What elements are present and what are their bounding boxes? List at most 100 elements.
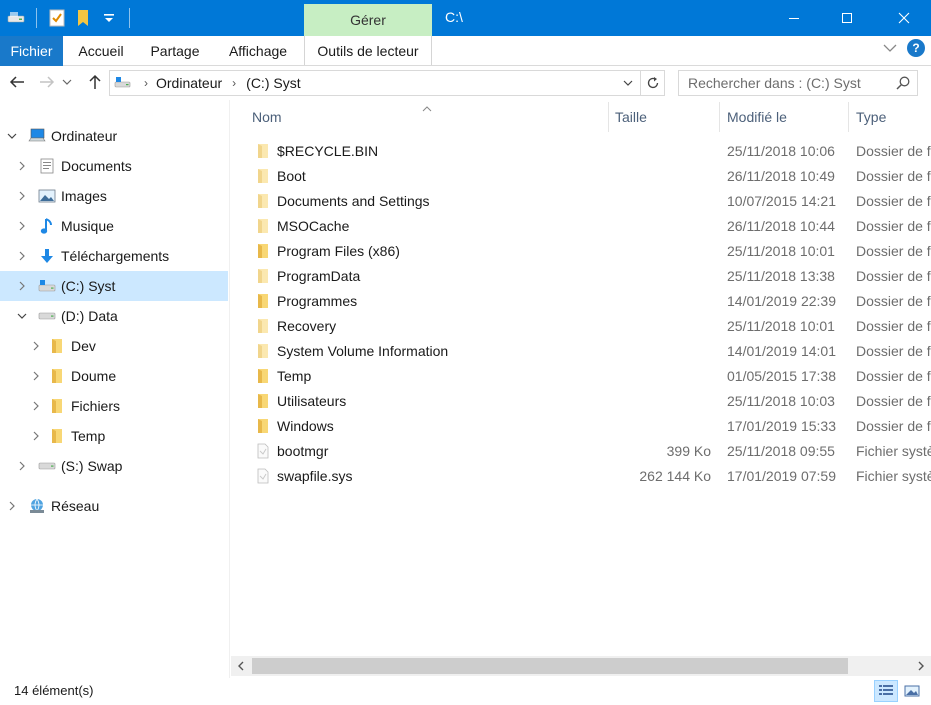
- horizontal-scrollbar[interactable]: [231, 656, 931, 676]
- forward-button[interactable]: [36, 71, 58, 93]
- nav-item-d-drive[interactable]: (D:) Data: [0, 301, 228, 331]
- file-modified: 26/11/2018 10:44: [727, 218, 835, 234]
- folder-icon: [48, 337, 66, 355]
- nav-item-temp[interactable]: Temp: [0, 421, 228, 451]
- file-type: Dossier de fi: [856, 293, 931, 309]
- column-header-name[interactable]: Nom: [244, 100, 606, 133]
- chevron-right-icon: [918, 661, 924, 671]
- tab-manage[interactable]: Gérer: [304, 4, 432, 36]
- tab-share[interactable]: Partage: [141, 36, 209, 65]
- file-row[interactable]: Boot 26/11/2018 10:49 Dossier de fi: [231, 164, 931, 189]
- nav-item-downloads[interactable]: Téléchargements: [0, 241, 228, 271]
- column-header-modified[interactable]: Modifié le: [719, 100, 847, 133]
- breadcrumb-computer[interactable]: Ordinateur: [156, 75, 222, 91]
- expand-icon[interactable]: [30, 400, 42, 412]
- scroll-right-button[interactable]: [911, 656, 931, 676]
- search-box[interactable]: [678, 70, 918, 96]
- scroll-left-button[interactable]: [231, 656, 251, 676]
- nav-item-dev[interactable]: Dev: [0, 331, 228, 361]
- help-icon[interactable]: ?: [907, 39, 925, 57]
- nav-item-doume[interactable]: Doume: [0, 361, 228, 391]
- breadcrumb-separator[interactable]: ›: [232, 76, 236, 90]
- nav-item-documents[interactable]: Documents: [0, 151, 228, 181]
- refresh-button[interactable]: [640, 71, 664, 95]
- minimize-button[interactable]: [767, 0, 821, 36]
- breadcrumb-separator[interactable]: ›: [144, 76, 148, 90]
- address-history-dropdown[interactable]: [618, 71, 638, 95]
- nav-label: Doume: [71, 368, 117, 384]
- file-row[interactable]: $RECYCLE.BIN 25/11/2018 10:06 Dossier de f…: [231, 139, 931, 164]
- folder-icon: [255, 143, 271, 159]
- collapse-icon[interactable]: [6, 130, 18, 142]
- search-input[interactable]: [688, 75, 888, 91]
- expand-icon[interactable]: [30, 430, 42, 442]
- file-row[interactable]: swapfile.sys 262 144 Ko 17/01/2019 07:59 Fi…: [231, 464, 931, 489]
- nav-item-music[interactable]: Musique: [0, 211, 228, 241]
- recent-locations-button[interactable]: [60, 71, 74, 93]
- file-type: Fichier systè: [856, 468, 931, 484]
- back-button[interactable]: [6, 71, 28, 93]
- customize-toolbar-icon[interactable]: [99, 8, 119, 28]
- chevron-down-icon: [623, 80, 633, 86]
- file-row[interactable]: Windows 17/01/2019 15:33 Dossier de fi: [231, 414, 931, 439]
- expand-icon[interactable]: [16, 220, 28, 232]
- file-row[interactable]: Programmes 14/01/2019 22:39 Dossier de fi: [231, 289, 931, 314]
- file-row[interactable]: Program Files (x86) 25/11/2018 10:01 Dossi…: [231, 239, 931, 264]
- nav-item-computer[interactable]: Ordinateur: [0, 121, 228, 151]
- system-drive-icon: [114, 76, 134, 90]
- expand-icon[interactable]: [16, 460, 28, 472]
- tab-home[interactable]: Accueil: [68, 36, 134, 65]
- file-name: System Volume Information: [277, 343, 449, 359]
- close-button[interactable]: [877, 0, 931, 36]
- file-row[interactable]: System Volume Information 14/01/2019 14:0…: [231, 339, 931, 364]
- new-folder-icon[interactable]: [73, 8, 93, 28]
- properties-icon[interactable]: [47, 8, 67, 28]
- expand-ribbon-icon[interactable]: [883, 40, 897, 56]
- expand-icon[interactable]: [16, 250, 28, 262]
- scrollbar-thumb[interactable]: [252, 658, 848, 674]
- address-bar[interactable]: › Ordinateur › (C:) Syst: [109, 70, 665, 96]
- file-row[interactable]: Utilisateurs 25/11/2018 10:03 Dossier de f…: [231, 389, 931, 414]
- file-type: Dossier de fi: [856, 343, 931, 359]
- expand-icon[interactable]: [30, 370, 42, 382]
- ribbon-controls: ?: [883, 39, 925, 57]
- maximize-button[interactable]: [820, 0, 874, 36]
- column-header-size[interactable]: Taille: [607, 100, 717, 133]
- tab-file[interactable]: Fichier: [0, 36, 63, 66]
- column-header-type[interactable]: Type: [848, 100, 931, 133]
- large-icons-view-button[interactable]: [900, 680, 924, 702]
- breadcrumb-current[interactable]: (C:) Syst: [246, 75, 300, 91]
- system-drive-icon: [38, 277, 56, 295]
- file-row[interactable]: bootmgr 399 Ko 25/11/2018 09:55 Fichier sys…: [231, 439, 931, 464]
- file-row[interactable]: Temp 01/05/2015 17:38 Dossier de fi: [231, 364, 931, 389]
- nav-item-images[interactable]: Images: [0, 181, 228, 211]
- back-arrow-icon: [9, 76, 24, 88]
- tab-view[interactable]: Affichage: [220, 36, 296, 65]
- nav-item-s-drive[interactable]: (S:) Swap: [0, 451, 228, 481]
- file-type: Fichier systè: [856, 443, 931, 459]
- details-view-button[interactable]: [874, 680, 898, 702]
- nav-item-network[interactable]: Réseau: [0, 491, 228, 521]
- file-row[interactable]: Recovery 25/11/2018 10:01 Dossier de fi: [231, 314, 931, 339]
- expand-icon[interactable]: [16, 160, 28, 172]
- folder-icon: [255, 293, 271, 309]
- expand-icon[interactable]: [30, 340, 42, 352]
- expand-icon[interactable]: [16, 280, 28, 292]
- up-button[interactable]: [84, 71, 106, 93]
- file-row[interactable]: ProgramData 25/11/2018 13:38 Dossier de fi: [231, 264, 931, 289]
- system-file-icon: [255, 468, 271, 484]
- search-icon[interactable]: [895, 75, 911, 94]
- drive-icon[interactable]: [6, 8, 26, 28]
- file-name: Temp: [277, 368, 312, 384]
- nav-item-c-drive[interactable]: (C:) Syst: [0, 271, 228, 301]
- tab-drive-tools[interactable]: Outils de lecteur: [304, 36, 432, 65]
- expand-icon[interactable]: [6, 500, 18, 512]
- file-size: 262 144 Ko: [639, 468, 711, 484]
- collapse-icon[interactable]: [16, 310, 28, 322]
- file-row[interactable]: MSOCache 26/11/2018 10:44 Dossier de fi: [231, 214, 931, 239]
- nav-item-fichiers[interactable]: Fichiers: [0, 391, 228, 421]
- forward-arrow-icon: [40, 76, 55, 88]
- expand-icon[interactable]: [16, 190, 28, 202]
- file-row[interactable]: Documents and Settings 10/07/2015 14:21 Do…: [231, 189, 931, 214]
- navigation-pane: Ordinateur Documents Images Musique Télé…: [0, 100, 230, 678]
